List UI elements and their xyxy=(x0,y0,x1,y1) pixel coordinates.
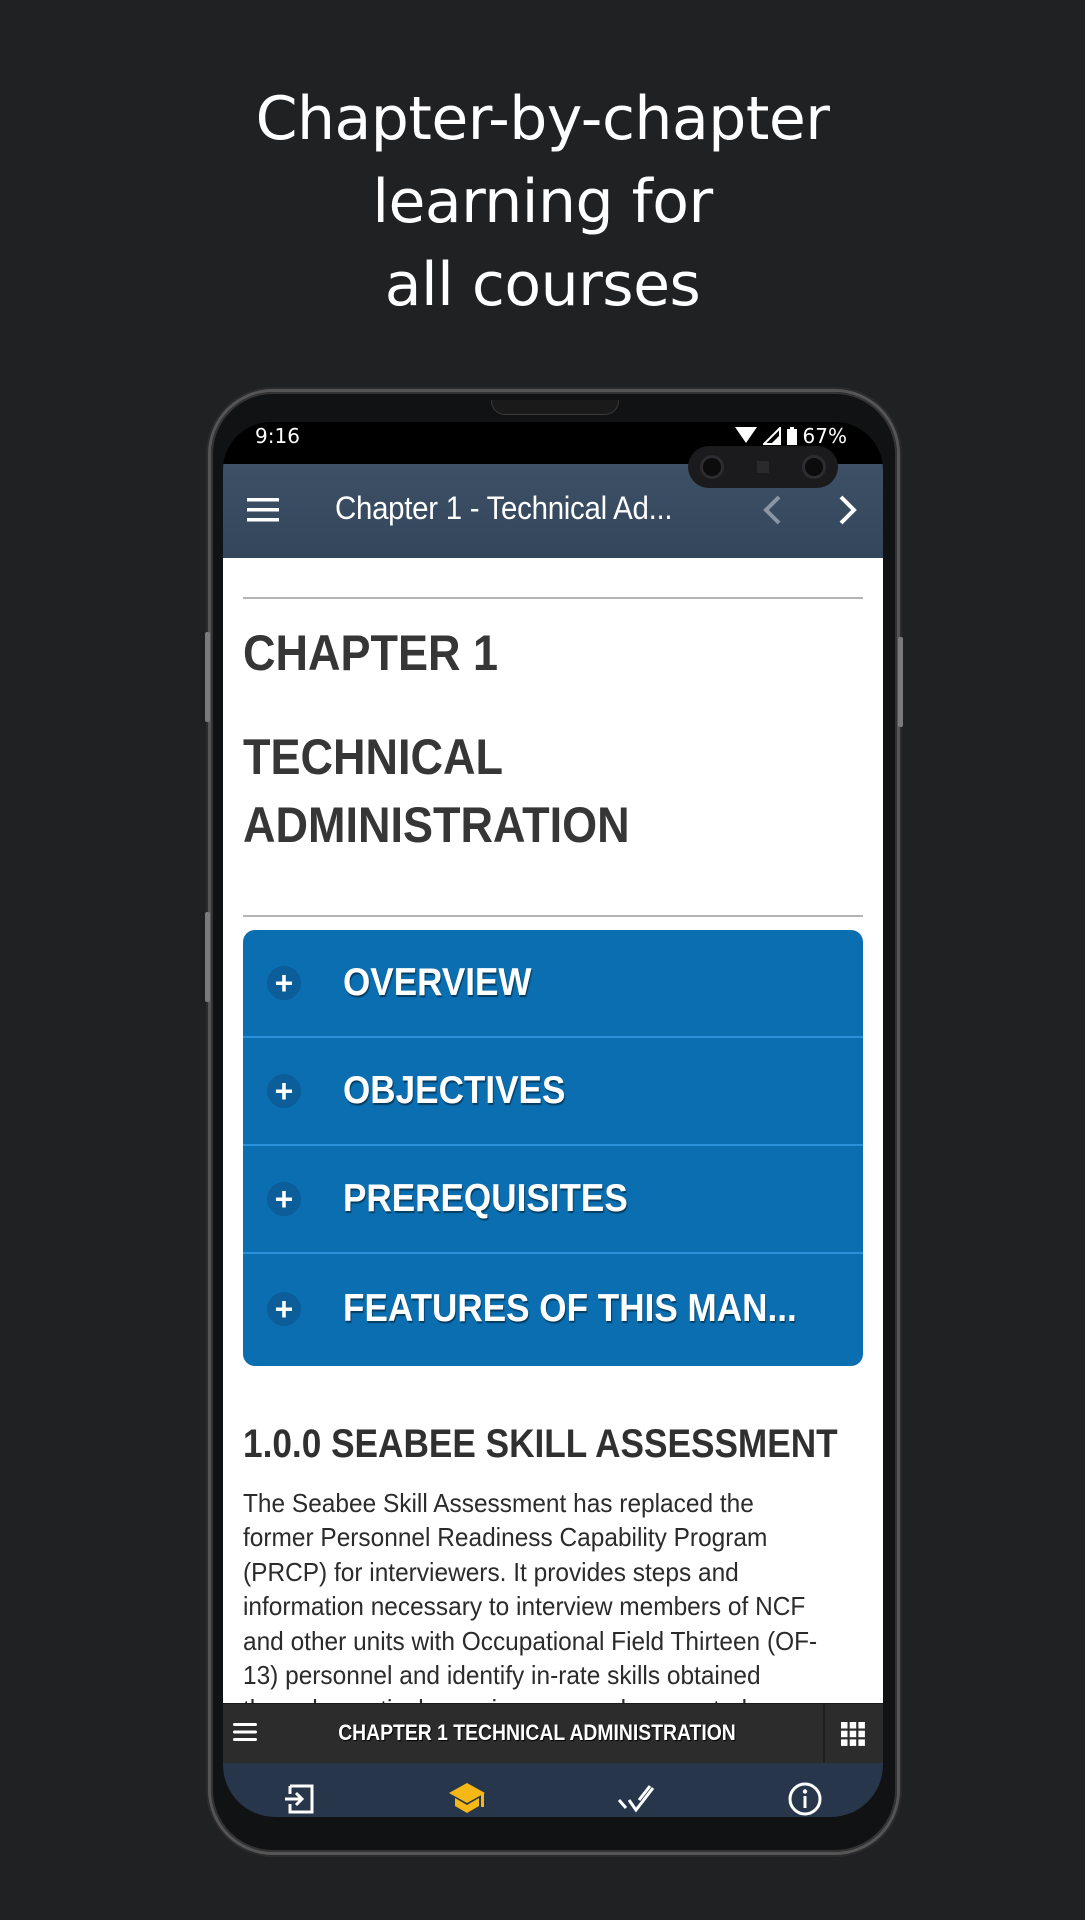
accordion-label: FEATURES OF THIS MAN... xyxy=(343,1287,797,1330)
plus-icon: + xyxy=(267,1074,301,1108)
wifi-icon xyxy=(734,427,757,445)
accordion-label: OVERVIEW xyxy=(343,961,532,1004)
plus-icon: + xyxy=(267,1292,301,1326)
body-line: and other units with Occupational Field … xyxy=(243,1625,818,1656)
side-button xyxy=(898,637,903,727)
chapter-bar: CHAPTER 1 TECHNICAL ADMINISTRATION xyxy=(223,1703,883,1764)
body-line: former Personnel Readiness Capability Pr… xyxy=(243,1522,768,1553)
chevron-right-icon[interactable] xyxy=(837,494,859,526)
hamburger-menu-icon[interactable] xyxy=(247,498,279,522)
chapter-content[interactable]: CHAPTER 1 TECHNICAL ADMINISTRATION + OVE… xyxy=(223,558,883,1703)
accordion-item-prerequisites[interactable]: + PREREQUISITES xyxy=(243,1146,863,1254)
list-menu-icon[interactable] xyxy=(233,1722,257,1742)
nav-item-info[interactable] xyxy=(785,1779,825,1817)
section-title: 1.0.0 SEABEE SKILL ASSESSMENT xyxy=(243,1422,838,1466)
chapter-bar-title[interactable]: CHAPTER 1 TECHNICAL ADMINISTRATION xyxy=(261,1720,814,1746)
body-line: The Seabee Skill Assessment has replaced… xyxy=(243,1488,754,1518)
headline-line: Chapter-by-chapter xyxy=(255,84,830,154)
signal-icon xyxy=(762,427,781,445)
body-line: (PRCP) for interviewers. It provides ste… xyxy=(243,1556,739,1587)
nav-item-enter[interactable] xyxy=(279,1779,319,1817)
graduation-cap-icon xyxy=(447,1781,487,1817)
status-time: 9:16 xyxy=(255,424,300,448)
accordion-label: PREREQUISITES xyxy=(343,1177,628,1220)
double-check-icon xyxy=(617,1784,657,1814)
divider xyxy=(823,1704,825,1764)
accordion-item-objectives[interactable]: + OBJECTIVES xyxy=(243,1038,863,1146)
section-body: The Seabee Skill Assessment has replaced… xyxy=(243,1486,863,1703)
accordion-item-overview[interactable]: + OVERVIEW xyxy=(243,930,863,1038)
battery-percent: 67% xyxy=(802,424,847,448)
accordion-item-features[interactable]: + FEATURES OF THIS MAN... xyxy=(243,1254,863,1364)
info-icon xyxy=(787,1781,823,1817)
chapter-accordion: + OVERVIEW + OBJECTIVES + PREREQUISITES … xyxy=(243,930,863,1366)
bottom-nav xyxy=(223,1763,883,1817)
battery-icon xyxy=(786,427,797,445)
nav-item-courses[interactable] xyxy=(447,1779,487,1817)
nav-item-quiz[interactable] xyxy=(617,1779,657,1817)
accordion-label: OBJECTIVES xyxy=(343,1069,566,1112)
side-button xyxy=(205,632,210,722)
promo-headline: Chapter-by-chapter learning for all cour… xyxy=(0,78,1085,327)
body-line: 13) personnel and identify in-rate skill… xyxy=(243,1660,761,1691)
divider xyxy=(243,597,863,599)
side-button xyxy=(205,912,210,1002)
plus-icon: + xyxy=(267,966,301,1000)
phone-frame: 9:16 67% Chapter 1 - Technical Ad... CHA… xyxy=(205,392,903,1852)
body-line: through practical experience or undocume… xyxy=(243,1692,863,1703)
earpiece-speaker xyxy=(491,400,619,415)
chevron-left-icon[interactable] xyxy=(761,494,783,526)
headline-line: learning for xyxy=(372,167,713,237)
front-camera xyxy=(688,446,838,488)
chapter-heading: CHAPTER 1 xyxy=(243,625,499,681)
headline-line: all courses xyxy=(384,250,701,320)
phone-screen: 9:16 67% Chapter 1 - Technical Ad... CHA… xyxy=(223,422,883,1817)
chapter-title-line: TECHNICAL xyxy=(243,729,503,785)
plus-icon: + xyxy=(267,1182,301,1216)
chapter-title-line: ADMINISTRATION xyxy=(243,797,630,853)
login-icon xyxy=(282,1782,316,1816)
divider xyxy=(243,915,863,917)
body-line: information necessary to interview membe… xyxy=(243,1591,806,1622)
app-bar-title: Chapter 1 - Technical Ad... xyxy=(335,490,673,526)
grid-icon[interactable] xyxy=(841,1722,865,1746)
